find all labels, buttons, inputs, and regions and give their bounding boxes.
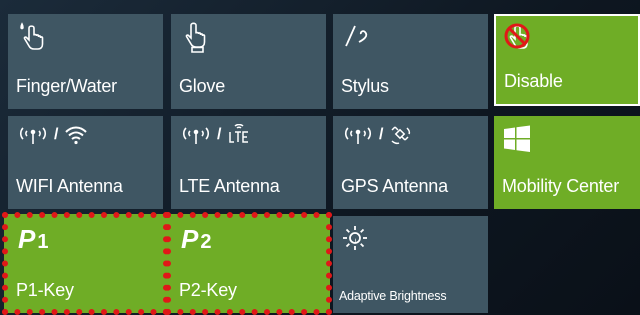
touch-disabled-icon (502, 22, 534, 54)
separator-slash: / (54, 126, 59, 143)
finger-water-icon (18, 22, 50, 54)
stylus-tile[interactable]: Stylus (333, 14, 488, 109)
glove-tile[interactable]: Glove (171, 14, 326, 109)
p2-key-number: 2 (200, 231, 212, 253)
disable-label: Disable (504, 71, 563, 91)
disable-tile[interactable]: Disable (494, 14, 640, 106)
p2-key-label: P2-Key (179, 280, 237, 300)
wifi-antenna-icon: / (18, 124, 88, 146)
glove-label: Glove (179, 76, 226, 96)
wifi-antenna-label: WIFI Antenna (16, 176, 123, 196)
wifi-antenna-tile[interactable]: / WIFI Antenna (8, 116, 163, 209)
adaptive-brightness-label: Adaptive Brightness (339, 289, 447, 303)
separator-slash: / (379, 126, 384, 143)
p1-key-tile[interactable]: P1 P1-Key (2, 212, 169, 315)
gps-antenna-tile[interactable]: / GPS Antenna (333, 116, 488, 209)
lte-antenna-label: LTE Antenna (179, 176, 280, 196)
p1-key-glyph: P (18, 224, 36, 254)
stylus-icon (343, 22, 375, 54)
stylus-label: Stylus (341, 76, 389, 96)
finger-water-tile[interactable]: Finger/Water (8, 14, 163, 109)
p1-key-number: 1 (37, 231, 49, 253)
separator-slash: / (217, 126, 222, 143)
finger-water-label: Finger/Water (16, 76, 117, 96)
brightness-icon (341, 224, 369, 252)
gps-antenna-label: GPS Antenna (341, 176, 448, 196)
lte-antenna-icon: / (181, 124, 251, 146)
gps-antenna-icon: / (343, 124, 413, 146)
p1-key-icon: P1 (18, 224, 48, 255)
p2-key-tile[interactable]: P2 P2-Key (165, 212, 332, 315)
p2-key-icon: P2 (181, 224, 211, 255)
glove-touch-icon (181, 22, 213, 54)
adaptive-brightness-tile[interactable]: Adaptive Brightness (333, 216, 488, 313)
p2-key-glyph: P (181, 224, 199, 254)
p1-key-label: P1-Key (16, 280, 74, 300)
mobility-center-label: Mobility Center (502, 176, 620, 196)
lte-antenna-tile[interactable]: / LTE Antenna (171, 116, 326, 209)
mobility-center-tile[interactable]: Mobility Center (494, 116, 640, 209)
windows-icon (502, 124, 532, 154)
